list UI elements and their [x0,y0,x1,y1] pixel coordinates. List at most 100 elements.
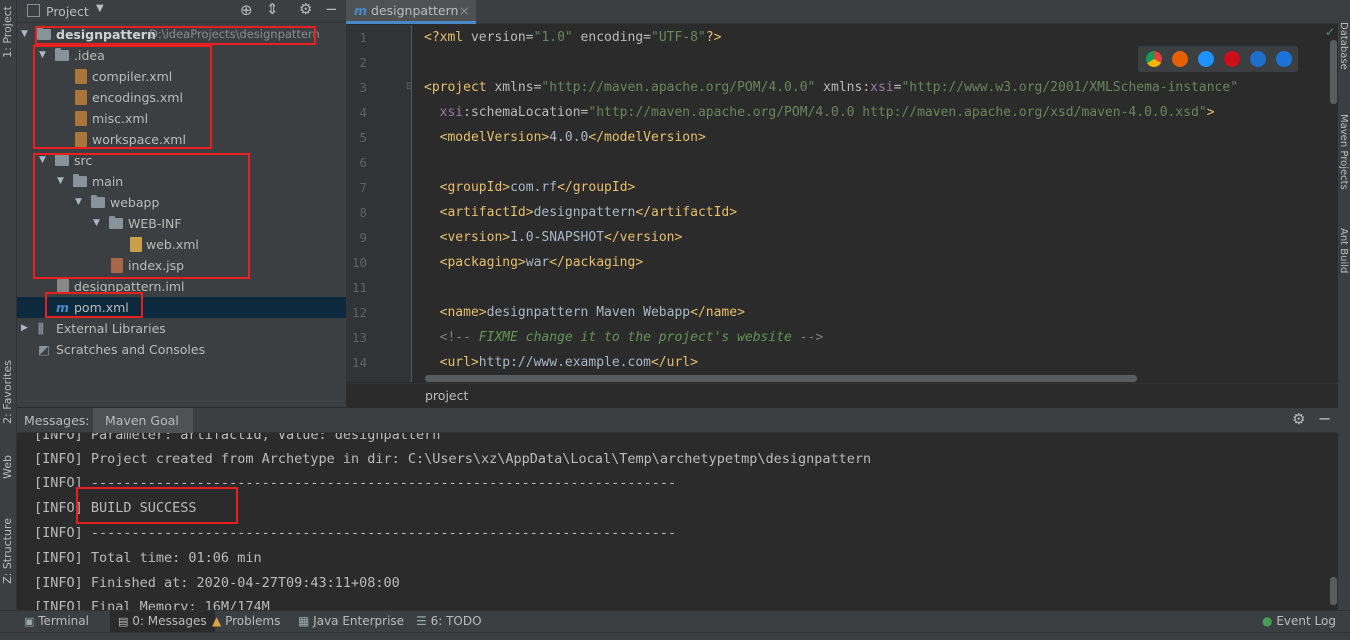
tree-item-encodings-xml[interactable]: encodings.xml [17,87,346,108]
tree-item-workspace-xml[interactable]: workspace.xml [17,129,346,150]
project-tool-label: 1: Project [1,6,14,58]
editor-tab-designpattern[interactable]: m designpattern × [346,0,476,24]
library-icon: ⫼ [38,321,44,336]
tab-maven-goal[interactable]: Maven Goal [93,408,193,433]
line-number: 9 [359,230,367,245]
opera-icon[interactable] [1224,51,1240,67]
console-line: [INFO] ---------------------------------… [34,475,677,491]
chevron-down-icon[interactable]: ▼ [96,3,104,14]
tree-item-label: encodings.xml [92,90,183,105]
tree-item-misc-xml[interactable]: misc.xml [17,108,346,129]
terminal-tab[interactable]: ▣ Terminal [24,611,89,633]
vertical-scrollbar[interactable] [1330,40,1337,104]
console-line: [INFO] BUILD SUCCESS [34,500,197,516]
line-number: 12 [351,305,367,320]
safari-icon[interactable] [1198,51,1214,67]
tree-item-pom-xml[interactable]: m pom.xml [17,297,346,318]
folder-icon [55,153,69,166]
expand-arrow-icon[interactable]: ▼ [75,192,82,213]
firefox-icon[interactable] [1172,51,1188,67]
tree-item-designpattern[interactable]: ▼ designpattern D:\ideaProjects\designpa… [17,24,346,45]
project-tool-button[interactable]: 1: Project [1,6,14,58]
database-tool-button[interactable]: Database [1338,22,1349,70]
folder-icon [55,48,69,61]
maven-projects-tool-label: Maven Projects [1338,114,1349,190]
tree-item-web-xml[interactable]: web.xml [17,234,346,255]
edge-icon[interactable] [1276,51,1292,67]
problems-tab[interactable]: ▲ Problems [212,611,280,633]
horizontal-scrollbar[interactable] [425,375,1137,382]
expand-arrow-icon[interactable]: ▼ [57,171,64,192]
tree-item-label: designpattern.iml [74,279,185,294]
expand-arrow-icon[interactable]: ▼ [39,150,46,171]
structure-tool-button[interactable]: Z: Structure [1,518,14,584]
tree-item-external-libraries[interactable]: ▶ ⫼ External Libraries [17,318,346,339]
tree-item-label: WEB-INF [128,216,182,231]
event-log-tab-label: Event Log [1276,614,1336,628]
expand-arrow-icon[interactable]: ▼ [21,24,28,45]
messages-panel-title: Messages: [24,413,90,428]
code-line: <url>http://www.example.com</url> [439,355,698,370]
tree-item-web-inf[interactable]: ▼ WEB-INF [17,213,346,234]
todo-icon: ☰ [416,614,427,628]
messages-tab[interactable]: ▤ 0: Messages [110,611,215,633]
tree-item-designpattern-iml[interactable]: designpattern.iml [17,276,346,297]
hide-icon[interactable]: − [325,0,338,18]
tree-item-scratches[interactable]: ◩ Scratches and Consoles [17,339,346,360]
tree-item-main[interactable]: ▼ main [17,171,346,192]
code-line: <artifactId>designpattern</artifactId> [439,205,738,220]
line-number: 3 [359,80,367,95]
warning-icon: ▲ [212,614,222,628]
tree-item-src[interactable]: ▼ src [17,150,346,171]
line-number: 13 [351,330,367,345]
folder-icon [91,195,105,208]
gear-icon[interactable]: ⚙ [1292,410,1305,428]
favorites-tool-label: 2: Favorites [1,360,14,424]
line-number: 2 [359,55,367,70]
editor-tab-label: designpattern [371,3,459,18]
collapse-icon[interactable]: ⇕ [266,0,279,18]
locate-icon[interactable]: ⊕ [240,1,253,19]
web-tool-button[interactable]: Web [1,455,14,479]
browser-preview-toolbar [1138,46,1298,72]
internet-explorer-icon[interactable] [1250,51,1266,67]
folder-icon [37,27,51,40]
hide-icon[interactable]: − [1318,409,1331,428]
maven-file-icon: m [56,300,70,315]
maven-projects-tool-button[interactable]: Maven Projects [1338,114,1349,190]
code-line: <groupId>com.rf</groupId> [439,180,636,195]
java-enterprise-tab[interactable]: ▦ Java Enterprise [298,611,404,633]
breadcrumb-item[interactable]: project [425,388,468,403]
expand-arrow-icon[interactable]: ▼ [93,213,100,234]
tree-item-label: web.xml [146,237,199,252]
console-line: [INFO] Finished at: 2020-04-27T09:43:11+… [34,575,400,591]
chrome-icon[interactable] [1146,51,1162,67]
tree-item-idea[interactable]: ▼ .idea [17,45,346,66]
xml-file-icon [75,111,87,126]
tree-item-index-jsp[interactable]: index.jsp [17,255,346,276]
console-output[interactable]: [INFO] Parameter: artifactId, Value: des… [17,433,1338,610]
todo-tab[interactable]: ☰ 6: TODO [416,611,482,633]
expand-arrow-icon[interactable]: ▼ [39,45,46,66]
console-line: [INFO] Project created from Archetype in… [34,451,872,467]
ant-build-tool-label: Ant Build [1338,228,1349,274]
line-number: 5 [359,130,367,145]
expand-arrow-icon[interactable]: ▶ [21,318,28,339]
ant-build-tool-button[interactable]: Ant Build [1338,228,1349,273]
favorites-tool-button[interactable]: 2: Favorites [1,360,14,424]
close-icon[interactable]: × [459,0,469,22]
code-editor[interactable]: <?xml version="1.0" encoding="UTF-8"?> <… [412,25,1338,382]
gear-icon[interactable]: ⚙ [299,0,312,18]
terminal-icon: ▣ [24,615,35,628]
xml-file-icon [75,90,87,105]
left-tool-strip: 1: Project 2: Favorites Web Z: Structure [0,0,17,610]
breadcrumb[interactable]: project [346,383,1338,407]
tree-item-compiler-xml[interactable]: compiler.xml [17,66,346,87]
event-log-tab[interactable]: ● Event Log [1262,611,1336,633]
tree-item-webapp[interactable]: ▼ webapp [17,192,346,213]
project-view-selector[interactable]: Project [46,4,89,19]
problems-tab-label: Problems [225,614,281,628]
console-scrollbar[interactable] [1330,577,1337,605]
code-line: <!-- FIXME change it to the project's we… [439,330,824,345]
console-line: [INFO] Final Memory: 16M/174M [34,599,270,610]
